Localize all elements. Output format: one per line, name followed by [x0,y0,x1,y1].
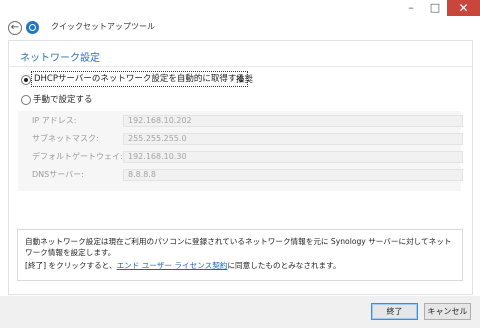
footer-bar: 終了 キャンセル [0,296,480,328]
dns-server-field[interactable]: 8.8.8.8 [123,169,463,181]
manual-fields-group: IP アドレス: 192.168.10.202 サブネットマスク: 255.25… [18,111,463,191]
license-notice: [終了] をクリックすると、エンド ユーザー ライセンス契約に同意したものとみな… [25,260,455,271]
ip-address-field[interactable]: 192.168.10.202 [123,115,463,127]
manual-option-label[interactable]: 手動で設定する [33,93,93,105]
dhcp-option-label[interactable]: DHCPサーバーのネットワーク設定を自動的に取得する [31,71,248,87]
subnet-mask-field[interactable]: 255.255.255.0 [123,133,463,145]
title-bar: ← クイックセットアップツール – □ ✕ [0,0,480,40]
close-button[interactable]: ✕ [447,0,480,16]
synology-app-icon [26,21,39,34]
section-heading: ネットワーク設定 [20,53,100,64]
quick-setup-window: ← クイックセットアップツール – □ ✕ ネットワーク設定 DHCPサーバーの… [0,0,480,328]
network-settings-panel: ネットワーク設定 DHCPサーバーのネットワーク設定を自動的に取得する 推奨 手… [8,40,473,295]
dns-server-label: DNSサーバー: [32,170,84,179]
default-gateway-field[interactable]: 192.168.10.30 [123,151,463,163]
minimize-button[interactable]: – [399,0,423,16]
back-arrow-icon[interactable]: ← [8,21,22,35]
info-box: 自動ネットワーク設定は現在ご利用のパソコンに登録されているネットワーク情報を元に… [17,229,463,281]
finish-button[interactable]: 終了 [371,303,418,320]
subnet-mask-label: サブネットマスク: [32,134,99,143]
default-gateway-label: デフォルトゲートウェイ: [32,152,123,161]
window-title: クイックセットアップツール [51,22,155,31]
heading-divider [9,66,472,67]
dhcp-radio[interactable] [21,75,31,85]
license-notice-suffix: に同意したものとみなされます。 [227,261,341,270]
cancel-button[interactable]: キャンセル [424,303,471,320]
manual-radio[interactable] [21,95,31,105]
eula-link[interactable]: エンド ユーザー ライセンス契約 [117,261,228,270]
maximize-button[interactable]: □ [423,0,447,16]
recommended-label: 推奨 [236,75,254,85]
license-notice-prefix: [終了] をクリックすると、 [25,261,117,270]
info-paragraph: 自動ネットワーク設定は現在ご利用のパソコンに登録されているネットワーク情報を元に… [25,237,452,257]
ip-address-label: IP アドレス: [32,116,77,125]
